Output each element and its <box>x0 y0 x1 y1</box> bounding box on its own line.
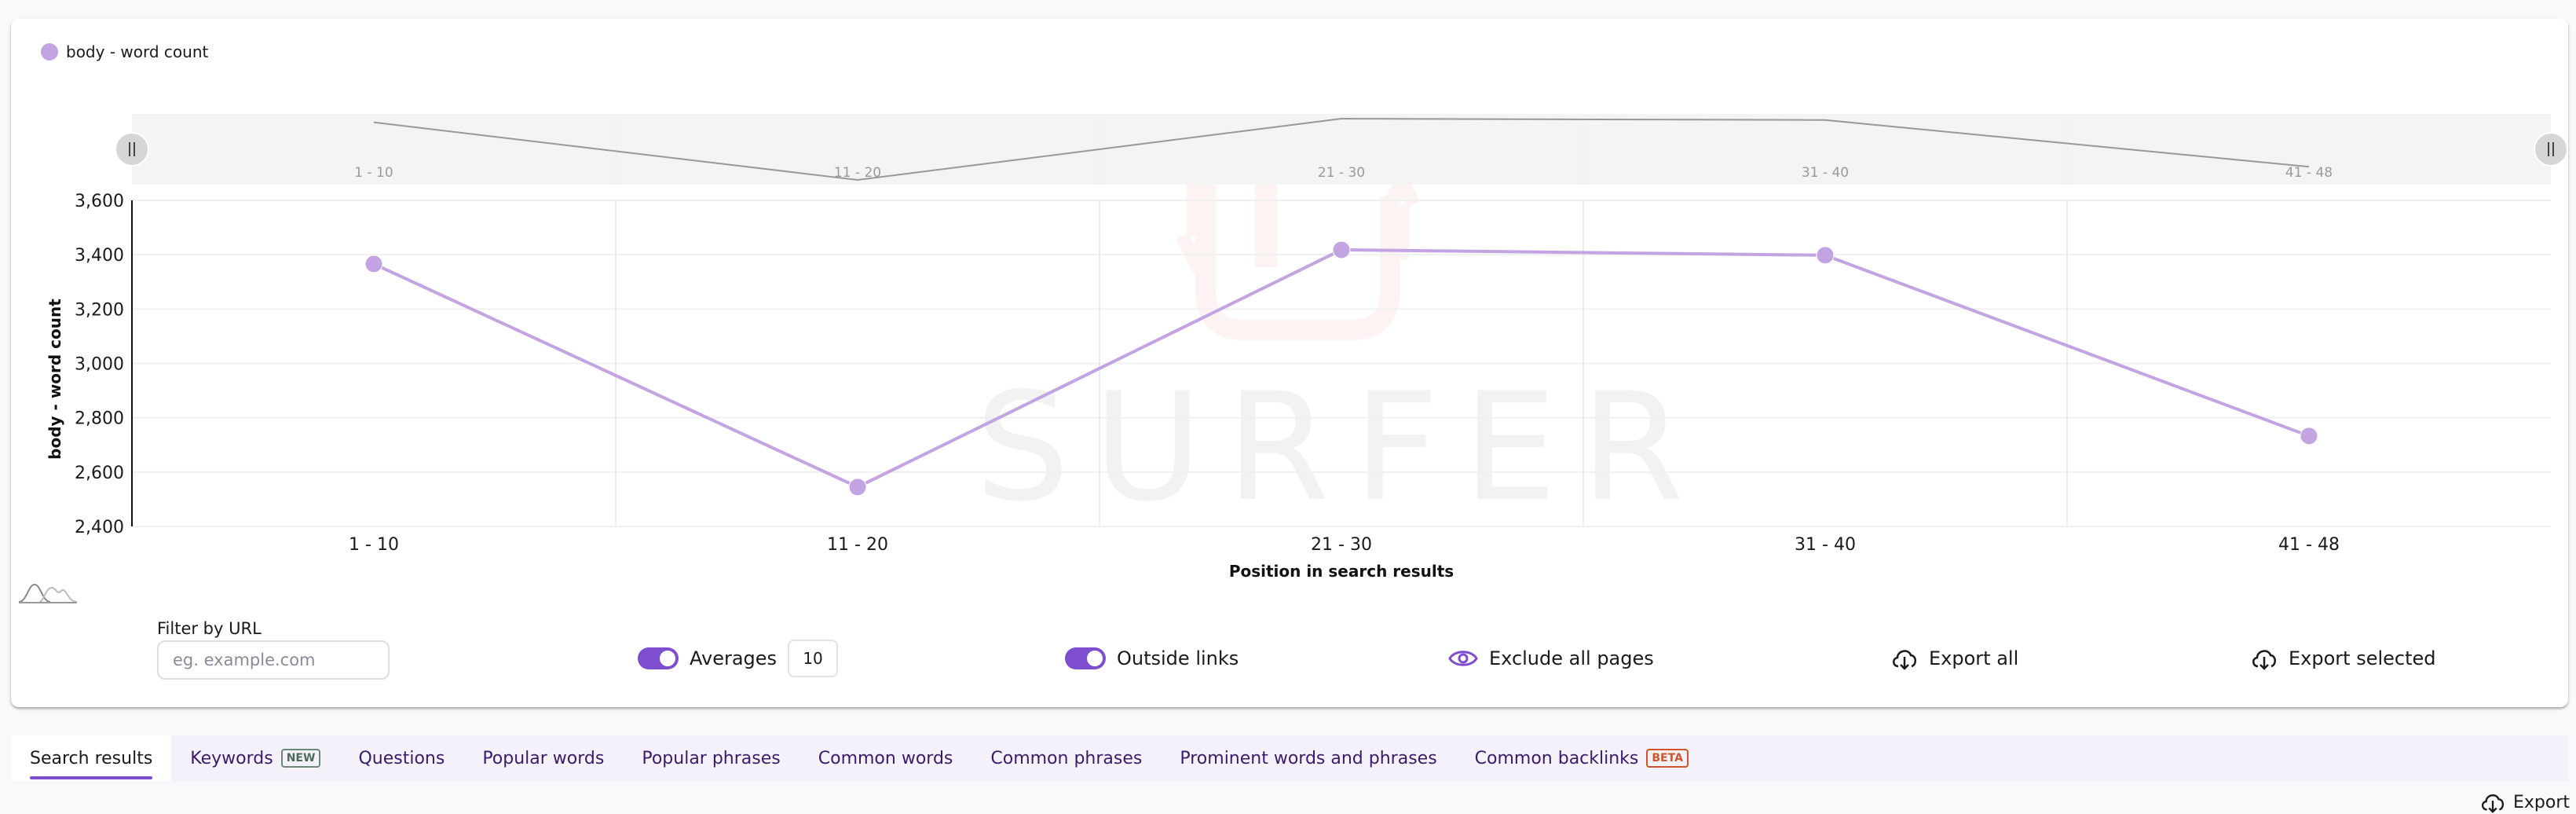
y-tick-label: 2,600 <box>75 464 124 483</box>
cloud-download-icon <box>1893 650 1916 670</box>
tab-label: Popular phrases <box>642 748 781 768</box>
watermark-text: SURFER <box>975 361 1707 534</box>
tab-common-phrases[interactable]: Common phrases <box>971 735 1161 781</box>
export-all-button[interactable]: Export all <box>1891 643 2018 674</box>
navigator-right-handle[interactable] <box>2534 132 2568 167</box>
tab-popular-words[interactable]: Popular words <box>463 735 623 781</box>
averages-toggle[interactable] <box>638 647 679 669</box>
handle-grip-icon <box>2534 132 2568 167</box>
navigator-tick-label: 41 - 48 <box>2285 165 2333 181</box>
tab-popular-phrases[interactable]: Popular phrases <box>623 735 799 781</box>
navigator-tick-label: 11 - 20 <box>834 165 881 181</box>
x-tick-label: 21 - 30 <box>1311 535 1372 555</box>
navigator-left-handle[interactable] <box>115 132 149 167</box>
tab-label: Prominent words and phrases <box>1180 748 1437 768</box>
y-tick-label: 3,400 <box>75 246 124 266</box>
tab-label: Search results <box>30 748 153 768</box>
outside-links-toggle[interactable] <box>1065 647 1106 669</box>
navigator-tick-label: 1 - 10 <box>354 165 393 181</box>
data-point[interactable] <box>848 478 867 497</box>
outside-links-label: Outside links <box>1117 647 1239 669</box>
results-tabs: Search results Keywords NEW Questions Pop… <box>11 735 2568 781</box>
export-button[interactable]: Export <box>2480 790 2570 814</box>
distribution-waves-icon[interactable] <box>17 581 79 605</box>
tab-label: Common words <box>818 748 953 768</box>
x-tick-label: 1 - 10 <box>349 535 399 555</box>
navigator-tick-label: 31 - 40 <box>1802 165 1849 181</box>
y-tick-label: 3,200 <box>75 300 124 320</box>
data-point[interactable] <box>364 255 383 273</box>
tab-keywords[interactable]: Keywords NEW <box>171 735 339 781</box>
export-all-label: Export all <box>1929 647 2019 669</box>
y-axis-title: body - word count <box>46 299 64 460</box>
tab-common-words[interactable]: Common words <box>800 735 972 781</box>
tab-common-backlinks[interactable]: Common backlinks BETA <box>1456 735 1707 781</box>
x-tick-label: 11 - 20 <box>827 535 888 555</box>
averages-control: Averages 10 <box>638 640 839 677</box>
handle-grip-icon <box>115 132 149 167</box>
y-tick-label: 2,400 <box>75 518 124 537</box>
eye-icon <box>1448 651 1478 666</box>
data-point[interactable] <box>1816 246 1835 265</box>
tab-label: Popular words <box>482 748 605 768</box>
line-chart: SURFER 1 - 10 11 - 20 21 - 30 31 - 40 41 - 48… <box>46 114 2568 581</box>
data-point[interactable] <box>1332 240 1351 259</box>
x-tick-label: 41 - 48 <box>2278 535 2340 555</box>
averages-label: Averages <box>690 647 778 669</box>
exclude-all-pages-button[interactable]: Exclude all pages <box>1448 643 1654 674</box>
data-point[interactable] <box>2300 427 2318 446</box>
tab-questions[interactable]: Questions <box>339 735 463 781</box>
export-selected-label: Export selected <box>2289 647 2436 669</box>
tab-label: Common backlinks <box>1474 748 1639 768</box>
beta-badge: BETA <box>1646 749 1689 768</box>
filter-by-url-input[interactable] <box>157 640 390 680</box>
navigator-tick-label: 21 - 30 <box>1318 165 1365 181</box>
tab-search-results[interactable]: Search results <box>11 735 172 781</box>
surfer-watermark: SURFER <box>975 157 1707 534</box>
y-tick-label: 2,800 <box>75 409 124 429</box>
export-selected-button[interactable]: Export selected <box>2251 643 2436 674</box>
exclude-all-pages-label: Exclude all pages <box>1489 647 1654 669</box>
tab-label: Keywords <box>190 748 273 768</box>
tab-prominent-words-and-phrases[interactable]: Prominent words and phrases <box>1161 735 1455 781</box>
y-tick-label: 3,600 <box>75 192 124 211</box>
outside-links-control: Outside links <box>1065 643 1239 674</box>
new-badge: NEW <box>280 749 321 768</box>
tab-label: Questions <box>358 748 445 768</box>
averages-count-input[interactable]: 10 <box>788 640 839 677</box>
x-axis-title: Position in search results <box>1229 562 1454 581</box>
export-label: Export <box>2513 792 2571 812</box>
y-tick-label: 3,000 <box>75 355 124 375</box>
cloud-download-icon <box>2252 650 2276 670</box>
tab-label: Common phrases <box>990 748 1143 768</box>
x-tick-label: 31 - 40 <box>1795 535 1856 555</box>
cloud-download-icon <box>2481 794 2505 813</box>
filter-by-url-label: Filter by URL <box>157 619 262 638</box>
